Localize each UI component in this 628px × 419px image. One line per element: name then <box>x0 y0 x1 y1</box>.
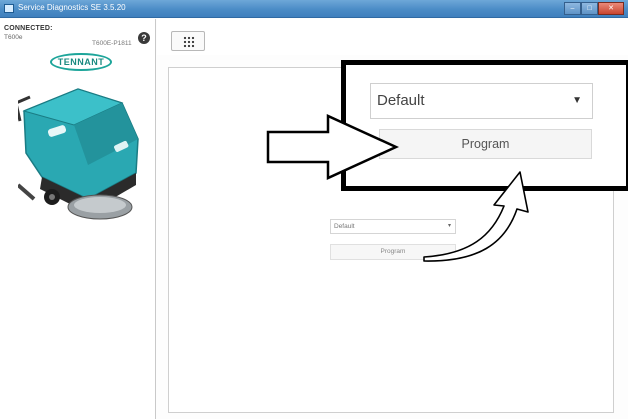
annotation-overlay <box>266 114 529 262</box>
curved-arrow <box>423 171 529 262</box>
block-arrow <box>266 114 400 180</box>
app-window: Service Diagnostics SE 3.5.20 – □ ✕ CONN… <box>0 0 628 419</box>
